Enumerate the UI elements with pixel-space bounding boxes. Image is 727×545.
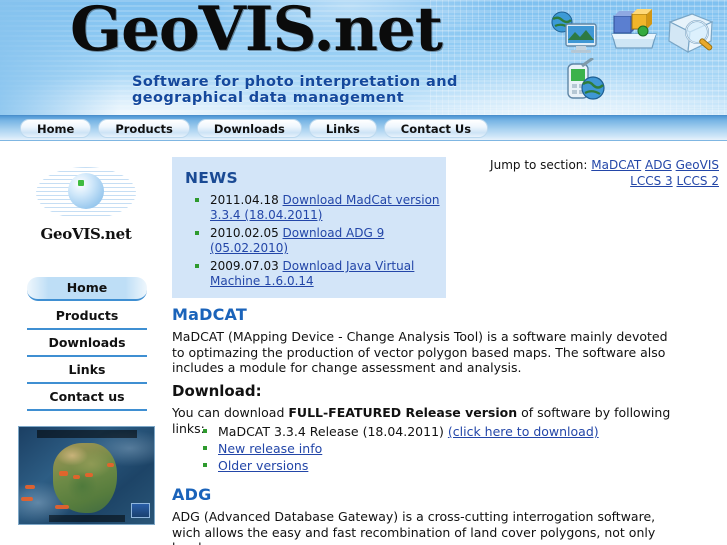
site-header-banner: GeoVIS.net Software for photo interpreta… xyxy=(0,0,727,115)
adg-description: ADG (Advanced Database Gateway) is a cro… xyxy=(172,509,656,545)
sidebar-item-downloads[interactable]: Downloads xyxy=(27,330,147,357)
news-title: NEWS xyxy=(185,169,239,187)
primary-nav-list: Home Products Downloads Links Contact Us xyxy=(20,119,489,138)
list-item: New release info xyxy=(203,440,688,457)
nav-item-downloads[interactable]: Downloads xyxy=(196,119,302,138)
sidebar-item-products[interactable]: Products xyxy=(27,303,147,330)
list-item: Older versions xyxy=(203,457,688,474)
sidebar-item-links[interactable]: Links xyxy=(27,357,147,384)
download-intro-prefix: You can download xyxy=(172,405,289,420)
sidebar-menu: Home Products Downloads Links Contact us xyxy=(27,277,147,411)
sidebar-map-thumbnail[interactable] xyxy=(18,426,155,525)
site-tagline: Software for photo interpretation and ge… xyxy=(132,74,458,106)
jump-link-adg[interactable]: ADG xyxy=(645,158,672,172)
logo-green-marker xyxy=(78,180,84,186)
nav-item-links[interactable]: Links xyxy=(308,119,377,138)
news-item-date: 2009.07.03 xyxy=(210,259,279,273)
site-wordmark: GeoVIS.net xyxy=(70,0,443,65)
sidebar-logo-caption: GeoVIS.net xyxy=(40,225,132,243)
tagline-line-2: geographical data management xyxy=(132,90,405,106)
primary-navigation-bar: Home Products Downloads Links Contact Us xyxy=(0,115,727,141)
madcat-download-heading: Download: xyxy=(172,382,262,400)
news-list: 2011.04.18 Download MadCat version 3.3.4… xyxy=(186,193,460,292)
sidebar: GeoVIS.net Home Products Downloads Links… xyxy=(0,141,172,545)
download-intro-emphasis: FULL-FEATURED Release version xyxy=(288,405,518,420)
section-heading-madcat: MaDCAT xyxy=(172,305,247,324)
news-item: 2010.02.05 Download ADG 9 (05.02.2010) xyxy=(195,226,460,256)
thumbnail-hotspot xyxy=(107,463,114,467)
globe-monitor-icon xyxy=(548,10,602,58)
logo-globe-sphere xyxy=(68,173,104,209)
list-item: MaDCAT 3.3.4 Release (18.04.2011) (click… xyxy=(203,423,688,440)
jump-to-section: Jump to section: MaDCAT ADG GeoVIS LCCS … xyxy=(479,157,719,189)
sidebar-item-contact-us[interactable]: Contact us xyxy=(27,384,147,411)
thumbnail-corner-logo xyxy=(131,503,150,518)
download-item-text: MaDCAT 3.3.4 Release (18.04.2011) xyxy=(218,424,448,439)
nav-item-contact-us[interactable]: Contact Us xyxy=(383,119,489,138)
packages-folder-icon xyxy=(608,8,660,56)
download-release-link[interactable]: (click here to download) xyxy=(448,424,599,439)
page-body: GeoVIS.net Home Products Downloads Links… xyxy=(0,141,727,545)
news-item: 2011.04.18 Download MadCat version 3.3.4… xyxy=(195,193,460,223)
tagline-line-1: Software for photo interpretation and xyxy=(132,74,458,90)
nav-item-home[interactable]: Home xyxy=(20,119,92,138)
news-panel: NEWS 2011.04.18 Download MadCat version … xyxy=(172,157,446,298)
jump-to-section-label: Jump to section: xyxy=(490,158,588,172)
older-versions-link[interactable]: Older versions xyxy=(218,458,308,473)
thumbnail-hotspot xyxy=(21,497,33,501)
madcat-description: MaDCAT (MApping Device - Change Analysis… xyxy=(172,329,668,375)
jump-link-geovis[interactable]: GeoVIS xyxy=(676,158,719,172)
sidebar-item-home[interactable]: Home xyxy=(27,277,147,301)
news-item-date: 2010.02.05 xyxy=(210,226,279,240)
jump-link-madcat[interactable]: MaDCAT xyxy=(591,158,641,172)
thumbnail-caption-bar xyxy=(49,515,125,522)
thumbnail-hotspot xyxy=(59,471,68,476)
banner-icon-group xyxy=(548,8,723,108)
globe-logo-icon xyxy=(30,163,142,225)
nav-item-products[interactable]: Products xyxy=(98,119,190,138)
thumbnail-hotspot xyxy=(85,473,93,477)
news-item: 2009.07.03 Download Java Virtual Machine… xyxy=(195,259,460,289)
thumbnail-title-bar xyxy=(37,430,137,438)
new-release-info-link[interactable]: New release info xyxy=(218,441,322,456)
thumbnail-africa-landmass xyxy=(53,443,117,513)
madcat-download-list: MaDCAT 3.3.4 Release (18.04.2011) (click… xyxy=(194,423,688,474)
section-heading-adg: ADG xyxy=(172,485,212,504)
jump-link-lccs2[interactable]: LCCS 2 xyxy=(676,174,719,188)
adg-description-clip: ADG (Advanced Database Gateway) is a cro… xyxy=(172,509,692,545)
news-item-date: 2011.04.18 xyxy=(210,193,279,207)
thumbnail-hotspot xyxy=(55,505,69,509)
map-magnifier-icon xyxy=(666,12,722,58)
jump-link-lccs3[interactable]: LCCS 3 xyxy=(630,174,673,188)
mobile-globe-icon xyxy=(560,58,612,106)
thumbnail-hotspot xyxy=(73,475,80,479)
sidebar-logo: GeoVIS.net xyxy=(30,163,142,245)
main-content: NEWS 2011.04.18 Download MadCat version … xyxy=(172,141,727,545)
thumbnail-hotspot xyxy=(25,485,35,489)
